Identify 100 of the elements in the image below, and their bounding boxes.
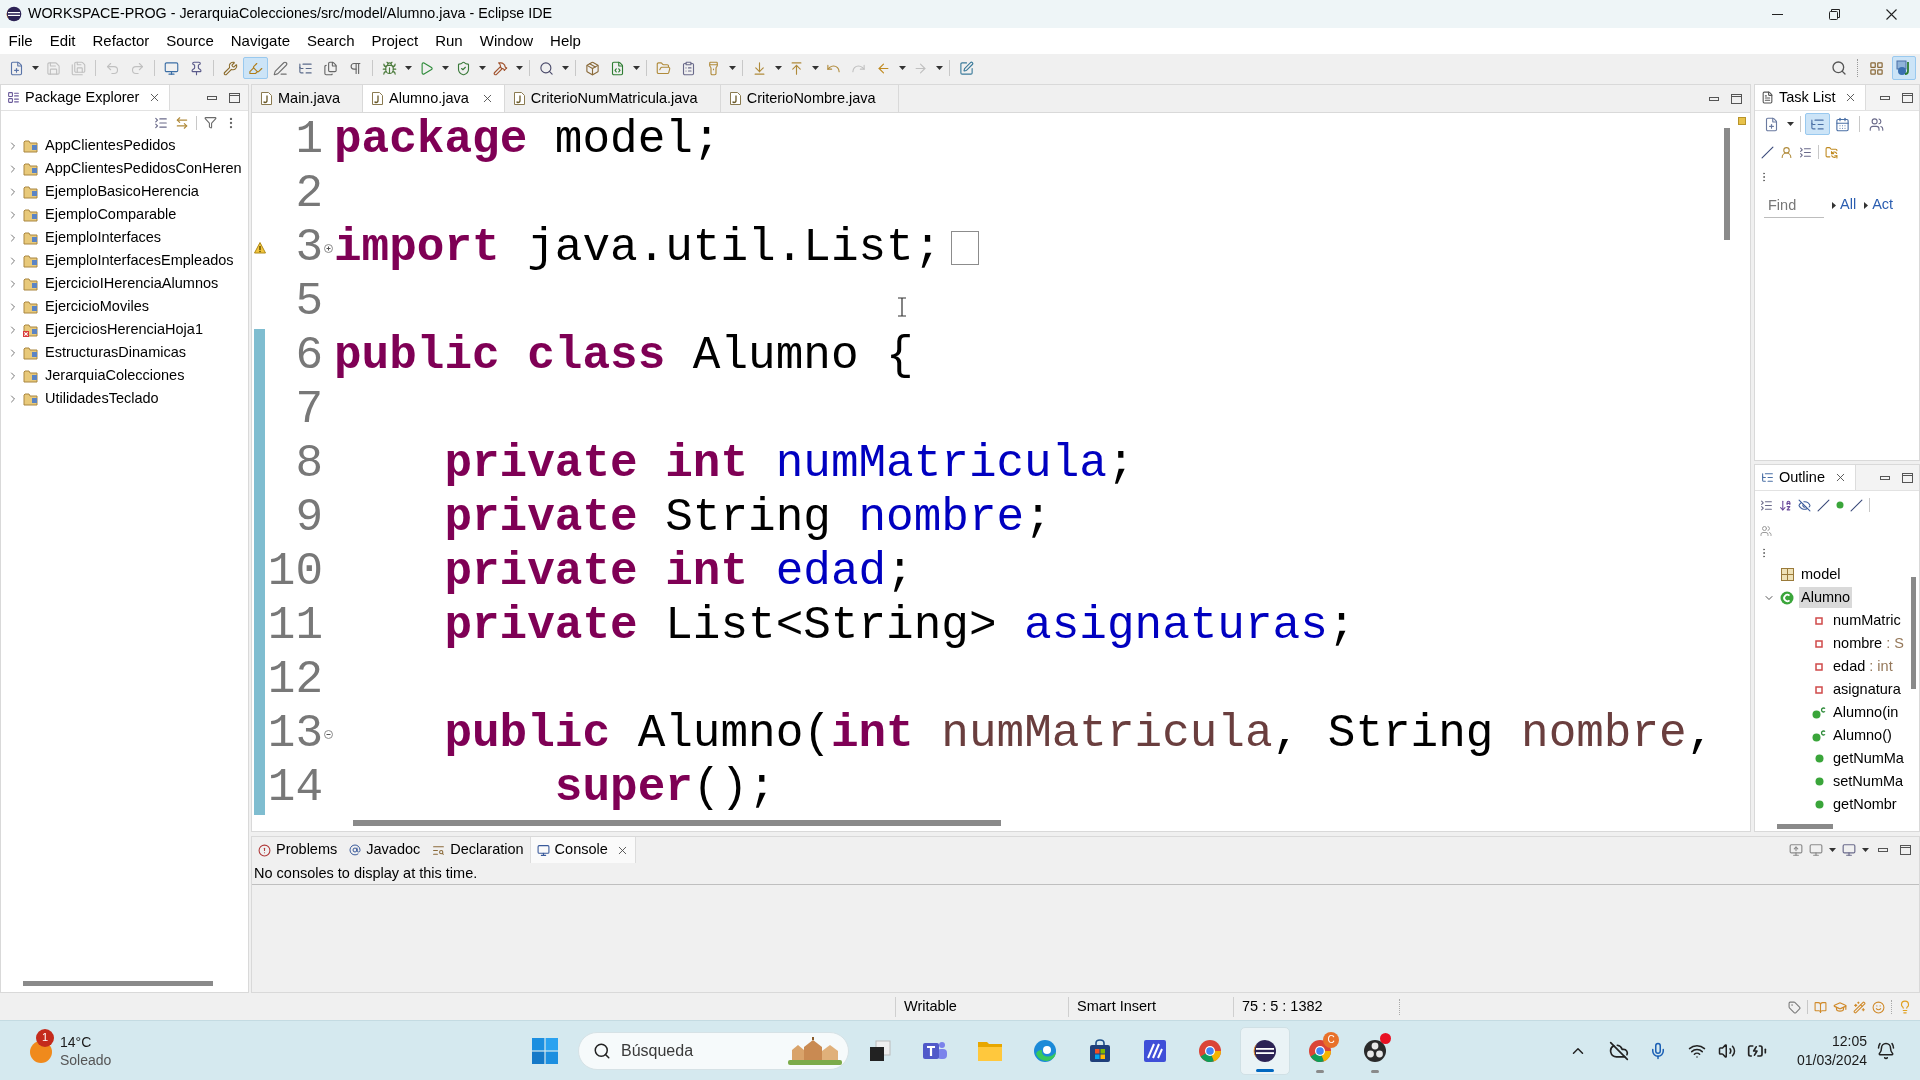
filter-icon[interactable]: [204, 116, 217, 129]
menu-item[interactable]: Project: [363, 30, 427, 52]
dot-icon: [1814, 754, 1824, 763]
magic-wand-icon[interactable]: [1853, 1000, 1866, 1014]
outline-item[interactable]: getNumMa: [1831, 747, 1906, 770]
slash-icon[interactable]: [1850, 498, 1863, 512]
smiley-icon[interactable]: [1872, 1000, 1885, 1014]
outline-item[interactable]: nombre : S: [1831, 632, 1906, 655]
outline-item[interactable]: numMatric: [1831, 609, 1903, 632]
monitor-up-icon[interactable]: [1789, 843, 1803, 857]
panel-tab[interactable]: Javadoc: [343, 837, 427, 863]
window-grid-icon: [1868, 60, 1884, 76]
collapse-all-icon[interactable]: [154, 115, 168, 130]
line-number: 2: [295, 167, 323, 221]
task-view-icon: [868, 1038, 892, 1063]
maximize-button[interactable]: [1897, 842, 1913, 858]
editor-tab[interactable]: Alumno.java: [363, 85, 505, 112]
dot-icon[interactable]: [1836, 501, 1844, 509]
taskbar-app[interactable]: [1240, 1026, 1290, 1075]
search-icon: [593, 1041, 611, 1060]
minimize-icon: [1878, 848, 1888, 852]
panel-tab[interactable]: Declaration: [426, 837, 530, 863]
line-number: 13: [267, 707, 323, 761]
outline-item[interactable]: asignatura: [1831, 678, 1903, 701]
tree-item[interactable]: EjercicioMoviles: [45, 295, 149, 318]
bell-icon[interactable]: [1877, 1041, 1895, 1060]
outline-item[interactable]: Alumno(): [1831, 724, 1894, 747]
tree-item[interactable]: EjemploBasicoHerencia: [45, 180, 199, 203]
monitor-icon[interactable]: [1842, 843, 1856, 857]
folder-sync-icon[interactable]: [1825, 145, 1838, 159]
eye-off-icon[interactable]: [1798, 498, 1811, 512]
windows-logo-icon: [532, 1037, 558, 1064]
slash-icon[interactable]: [1817, 498, 1830, 512]
volume-icon[interactable]: [1717, 1041, 1736, 1060]
minus-circle-icon[interactable]: [324, 729, 333, 739]
toolbar-button[interactable]: [1805, 113, 1830, 135]
slash-icon[interactable]: [1761, 145, 1774, 159]
view-tab[interactable]: Task List: [1755, 85, 1867, 110]
horizontal-scrollbar: [1777, 823, 1833, 829]
outline-item[interactable]: Alumno: [1799, 586, 1853, 609]
tree-item[interactable]: AppClientesPedidosConHeren: [45, 157, 242, 180]
view-tab[interactable]: Outline: [1755, 465, 1856, 490]
view-tab[interactable]: Package Explorer: [1, 85, 171, 110]
mortarboard-icon[interactable]: [1833, 1000, 1847, 1014]
tree-item[interactable]: EstructurasDinamicas: [45, 341, 186, 364]
menu-item[interactable]: Run: [426, 30, 472, 52]
outline-item[interactable]: model: [1799, 563, 1843, 586]
clock-date[interactable]: 01/03/2024: [1796, 1050, 1867, 1070]
panel-tab[interactable]: Console: [529, 837, 636, 863]
tree-item[interactable]: AppClientesPedidos: [45, 134, 176, 157]
collapse-all-icon[interactable]: [1799, 145, 1812, 159]
collapse-all-icon[interactable]: [1760, 498, 1773, 512]
outline-item[interactable]: getNombr: [1831, 793, 1899, 816]
filter-link[interactable]: Act: [1872, 194, 1894, 216]
filter-link[interactable]: All: [1840, 194, 1857, 216]
tree-item[interactable]: EjercicioIHerenciaAlumnos: [45, 272, 219, 295]
toolbar-button[interactable]: [243, 57, 268, 79]
clock-time[interactable]: 12:05: [1831, 1031, 1867, 1051]
sort-icon[interactable]: [1779, 498, 1792, 512]
line-number: 12: [267, 653, 323, 707]
tree-item[interactable]: EjemploInterfacesEmpleados: [45, 249, 234, 272]
menu-item[interactable]: Search: [298, 30, 363, 52]
search-box[interactable]: Búsqueda: [578, 1031, 849, 1070]
panel-tab[interactable]: Problems: [252, 837, 344, 863]
tag-icon[interactable]: [1788, 1000, 1801, 1014]
minimize-icon: [1709, 96, 1719, 101]
book-icon[interactable]: [1814, 1000, 1827, 1014]
menu-item[interactable]: Navigate: [222, 30, 299, 52]
outline-item[interactable]: setNumMa: [1831, 770, 1906, 793]
tree-item[interactable]: UtilidadesTeclado: [45, 387, 159, 410]
menu-item[interactable]: Help: [541, 30, 590, 52]
window-title: WORKSPACE-PROG - JerarquiaColecciones/src/model/Alumno.java - Eclipse IDE: [28, 4, 553, 24]
class-icon: [1780, 590, 1794, 605]
tree-item[interactable]: EjerciciosHerenciaHoja1: [45, 318, 203, 341]
browser-icon: [1198, 1038, 1222, 1063]
line-number: 7: [295, 383, 323, 437]
search-field[interactable]: Búsqueda: [621, 1038, 761, 1063]
menu-item[interactable]: Edit: [41, 30, 85, 52]
line-number: 5: [295, 275, 323, 329]
link-arrows-icon[interactable]: [175, 115, 189, 130]
line-number: 3: [295, 221, 323, 275]
tree-item[interactable]: EjemploInterfaces: [45, 226, 162, 249]
outline-item[interactable]: Alumno(in: [1831, 701, 1901, 724]
person-icon[interactable]: [1780, 145, 1793, 159]
line-number: 9: [295, 491, 323, 545]
java-file-icon: [372, 92, 384, 105]
tree-item[interactable]: JerarquiaColecciones: [45, 364, 185, 387]
constructor-dot-icon: [1812, 729, 1826, 742]
menu-item[interactable]: Window: [471, 30, 542, 52]
folded-code-icon[interactable]: [951, 231, 980, 265]
menu-item[interactable]: Refactor: [84, 30, 158, 52]
tree-item[interactable]: EjemploComparable: [45, 203, 177, 226]
perspective-button[interactable]: [1892, 56, 1916, 80]
menu-item[interactable]: Source: [157, 30, 223, 52]
menu-item[interactable]: File: [0, 30, 42, 52]
people-icon[interactable]: [1760, 525, 1772, 537]
plus-circle-icon[interactable]: [324, 243, 333, 253]
monitor-icon[interactable]: [1809, 843, 1823, 857]
outline-item[interactable]: edad : int: [1831, 655, 1895, 678]
cloud-off-icon[interactable]: [1608, 1040, 1629, 1061]
